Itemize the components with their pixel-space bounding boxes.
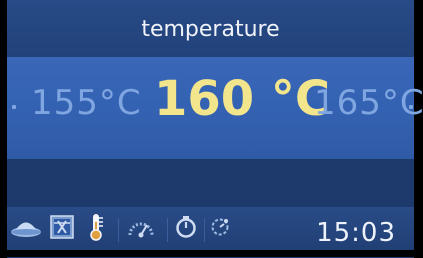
clock-time: 15:03: [316, 218, 396, 248]
page-title: temperature: [7, 0, 414, 57]
dome-icon[interactable]: [9, 209, 43, 245]
timer-icon[interactable]: [173, 209, 199, 245]
delay-icon[interactable]: [207, 209, 233, 245]
frame-bottom: [0, 250, 423, 257]
fan-mode-icon[interactable]: [49, 209, 75, 245]
divider: [118, 218, 119, 242]
divider: [167, 218, 168, 242]
oven-display: temperature 155°C 160 °C 165°C 15:03: [7, 0, 423, 258]
scroll-right-indicator: [409, 105, 413, 109]
info-area: [7, 159, 414, 207]
temperature-option-current[interactable]: 160 °C: [154, 71, 330, 127]
thermometer-icon[interactable]: [85, 209, 107, 245]
scroll-left-indicator: [12, 105, 16, 109]
divider: [204, 218, 205, 242]
temperature-option-next[interactable]: 165°C: [314, 83, 423, 123]
temperature-option-previous[interactable]: 155°C: [31, 83, 142, 123]
power-level-icon[interactable]: [125, 209, 157, 245]
frame-right: [414, 0, 423, 257]
frame-left: [0, 0, 7, 257]
